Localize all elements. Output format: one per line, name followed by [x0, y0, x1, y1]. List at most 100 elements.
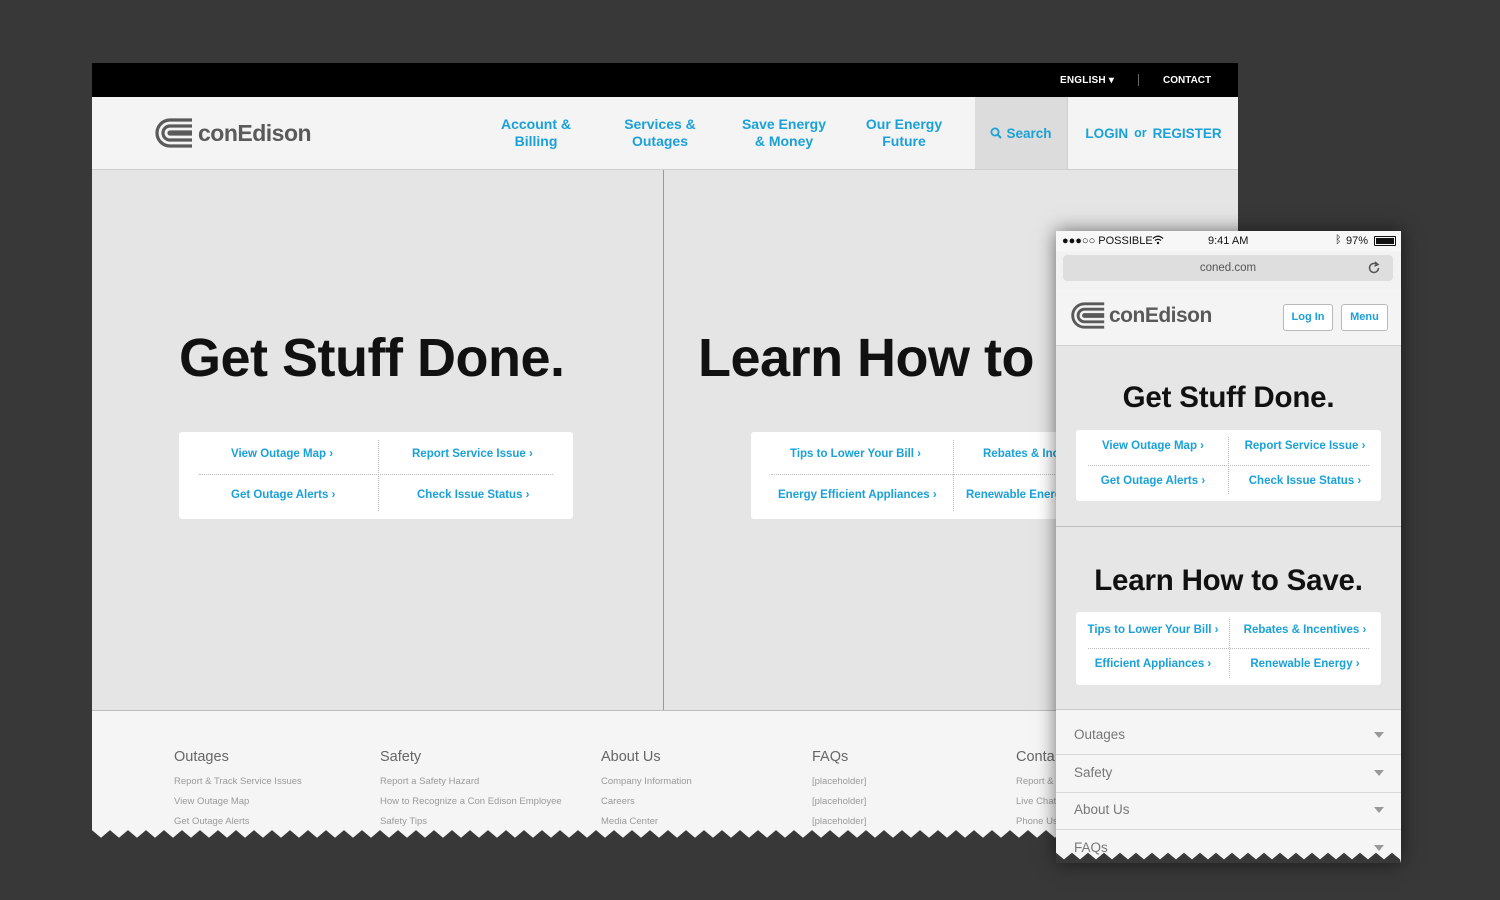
card-divider	[1088, 648, 1369, 649]
mobile-header: conEdison Log In Menu	[1056, 289, 1401, 346]
nav-save-energy[interactable]: Save Energy & Money	[729, 116, 839, 150]
nav-energy-future[interactable]: Our Energy Future	[849, 116, 959, 150]
footer-heading: FAQs	[812, 749, 849, 765]
mobile-hero-get-stuff-done: Get Stuff Done.	[1122, 381, 1335, 414]
footer-heading: About Us	[601, 749, 661, 765]
nav-label: Save Energy	[741, 116, 827, 132]
accordion-item-about[interactable]: About Us	[1056, 792, 1401, 830]
quick-links-card: View Outage Map › Report Service Issue ›…	[179, 432, 573, 519]
nav-label: Our Energy	[865, 116, 943, 132]
logo-wordmark: conEdison	[198, 119, 312, 146]
search-button[interactable]: Search	[975, 97, 1067, 169]
panel-divider	[663, 170, 664, 710]
card-divider	[953, 440, 954, 511]
chevron-right-icon: ›	[1354, 475, 1362, 487]
footer-column-safety: Safety Report a Safety Hazard How to Rec…	[380, 749, 562, 832]
nav-label: Future	[882, 133, 926, 149]
tips-lower-bill-link[interactable]: Tips to Lower Your Bill ›	[1078, 624, 1228, 636]
register-link[interactable]: REGISTER	[1153, 126, 1222, 141]
language-selector[interactable]: ENGLISH ▾	[1060, 75, 1114, 86]
report-service-issue-link[interactable]: Report Service Issue ›	[412, 448, 533, 460]
footer-heading: Safety	[380, 749, 422, 765]
view-outage-map-link[interactable]: View Outage Map ›	[231, 448, 333, 460]
logo-wordmark: conEdison	[1109, 303, 1212, 327]
torn-edge	[1056, 852, 1401, 863]
footer-link[interactable]: How to Recognize a Con Edison Employee	[380, 792, 562, 812]
footer-heading: Conta	[1016, 749, 1055, 765]
get-outage-alerts-link[interactable]: Get Outage Alerts ›	[231, 489, 335, 501]
utility-bar: ENGLISH ▾ CONTACT	[92, 63, 1238, 97]
carrier-signal: ●●●○○ POSSIBLE	[1062, 235, 1153, 247]
tips-lower-bill-link[interactable]: Tips to Lower Your Bill ›	[790, 448, 921, 460]
url-field[interactable]: coned.com	[1063, 255, 1393, 281]
footer-link[interactable]: Report & Track Service Issues	[174, 772, 302, 792]
footer-link[interactable]: Careers	[601, 792, 692, 812]
footer-link[interactable]: Company Information	[601, 772, 692, 792]
renewable-energy-link[interactable]: Renewable Energy ›	[1230, 658, 1380, 670]
login-link[interactable]: LOGIN	[1085, 126, 1128, 141]
chevron-right-icon: ›	[1196, 440, 1205, 452]
menu-button[interactable]: Menu	[1341, 304, 1388, 331]
accordion-item-safety[interactable]: Safety	[1056, 755, 1401, 793]
chevron-down-icon: ▾	[1105, 75, 1115, 86]
link-label: Get Outage Alerts	[231, 489, 329, 501]
nav-label: Account &	[501, 116, 571, 132]
link-label: Check Issue Status	[1248, 475, 1355, 487]
footer-column-contact: Conta Report & Live Chat Phone Us	[1016, 749, 1058, 832]
link-label: Efficient Appliances	[1094, 658, 1205, 670]
footer-accordion: Outages Safety About Us FAQs	[1056, 709, 1401, 863]
rebates-incentives-link[interactable]: Rebates & Incentives ›	[1230, 624, 1380, 636]
link-label: View Outage Map	[1101, 440, 1197, 452]
conedison-logo-icon	[155, 118, 192, 148]
hero-title-get-stuff-done: Get Stuff Done.	[179, 328, 565, 388]
footer-link[interactable]: [placeholder]	[812, 792, 866, 812]
rebates-link[interactable]: Rebates & Inc	[983, 448, 1059, 460]
footer-link[interactable]: [placeholder]	[812, 772, 866, 792]
status-bar: ●●●○○ POSSIBLE 9:41 AM ᛒ 97%	[1056, 231, 1401, 251]
footer-link[interactable]: Report &	[1016, 772, 1058, 792]
get-outage-alerts-link[interactable]: Get Outage Alerts ›	[1078, 475, 1228, 487]
login-button[interactable]: Log In	[1283, 304, 1333, 331]
chevron-right-icon: ›	[328, 489, 336, 501]
link-label: Get Outage Alerts	[1100, 475, 1199, 487]
efficient-appliances-link[interactable]: Efficient Appliances ›	[1078, 658, 1228, 670]
refresh-icon[interactable]	[1367, 261, 1381, 275]
report-service-issue-link[interactable]: Report Service Issue ›	[1230, 440, 1380, 452]
view-outage-map-link[interactable]: View Outage Map ›	[1078, 440, 1228, 452]
login-register: LOGIN or REGISTER	[1067, 97, 1238, 169]
nav-account-billing[interactable]: Account & Billing	[481, 116, 591, 150]
footer-column-outages: Outages Report & Track Service Issues Vi…	[174, 749, 302, 832]
main-header: conEdison Account & Billing Services & O…	[92, 97, 1238, 170]
check-issue-status-link[interactable]: Check Issue Status ›	[1230, 475, 1380, 487]
chevron-right-icon: ›	[1352, 658, 1360, 670]
utility-divider	[1138, 74, 1139, 86]
renewable-energy-link[interactable]: Renewable Energ	[966, 489, 1062, 501]
link-label: Energy Efficient Appliances	[778, 489, 930, 501]
chevron-right-icon: ›	[1358, 440, 1366, 452]
accordion-label: Outages	[1074, 727, 1126, 742]
mobile-save-links-card: Tips to Lower Your Bill › Rebates & Ince…	[1076, 612, 1381, 685]
chevron-right-icon: ›	[1211, 624, 1219, 636]
wifi-icon	[1152, 235, 1164, 245]
card-divider	[1088, 465, 1369, 466]
or-text: or	[1134, 126, 1147, 140]
logo[interactable]: conEdison	[154, 117, 312, 149]
section-divider	[1056, 526, 1401, 527]
footer-column-about: About Us Company Information Careers Med…	[601, 749, 692, 832]
energy-efficient-appliances-link[interactable]: Energy Efficient Appliances ›	[778, 489, 937, 501]
contact-link[interactable]: CONTACT	[1163, 75, 1211, 86]
link-label: Tips to Lower Your Bill	[1087, 624, 1212, 636]
mobile-hero-learn-how-to-save: Learn How to Save.	[1094, 564, 1363, 597]
footer-link[interactable]: Live Chat	[1016, 792, 1058, 812]
search-icon	[990, 127, 1003, 139]
accordion-item-outages[interactable]: Outages	[1056, 717, 1401, 755]
nav-services-outages[interactable]: Services & Outages	[605, 116, 715, 150]
accordion-label: Safety	[1074, 765, 1113, 780]
nav-label: Billing	[514, 133, 558, 149]
logo[interactable]: conEdison	[1070, 301, 1212, 330]
footer-link[interactable]: Report a Safety Hazard	[380, 772, 562, 792]
footer-link[interactable]: View Outage Map	[174, 792, 302, 812]
conedison-logo-icon	[1071, 302, 1105, 329]
check-issue-status-link[interactable]: Check Issue Status ›	[417, 489, 530, 501]
link-label: Report Service Issue	[1244, 440, 1359, 452]
